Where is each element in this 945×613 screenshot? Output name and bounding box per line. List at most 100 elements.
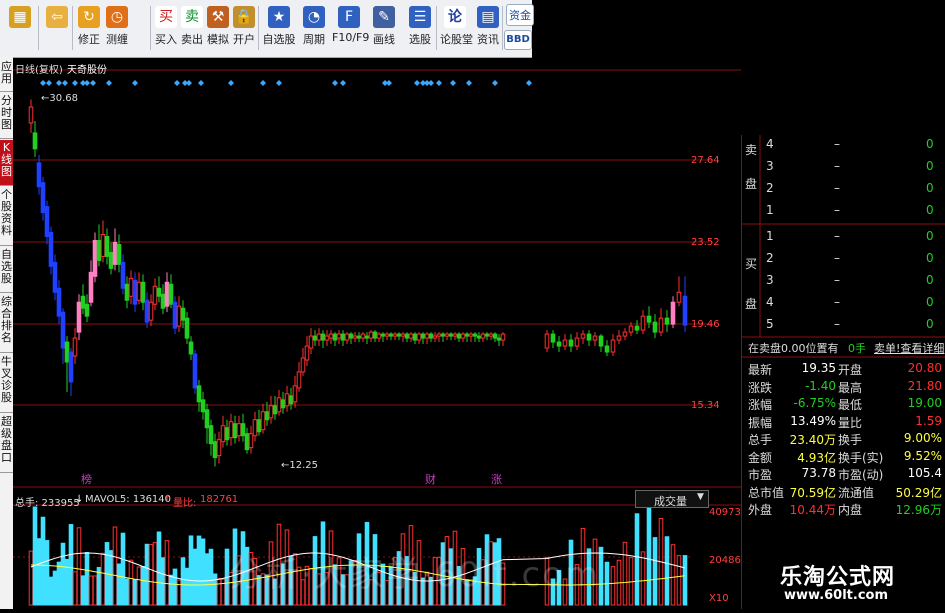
volume-bar [92, 575, 98, 606]
quote-label: 流通值 [838, 485, 875, 500]
event-diamond-icon [450, 80, 456, 86]
low-price-value: 12.25 [289, 460, 319, 471]
candle-body [360, 333, 366, 339]
left-tab-2[interactable]: K线图 [0, 140, 13, 186]
f10-button[interactable]: F F10/F9 [332, 4, 369, 54]
quote-panel: 卖盘买盘 4–0 3–0 2–0 1–0 1–0 2–0 3–0 4–0 5–0 在卖盘0.00位… [741, 135, 945, 609]
quote-label: 金额 [748, 450, 773, 465]
buy-price: – [834, 251, 840, 265]
event-diamond-icon [276, 80, 282, 86]
candle-body [682, 295, 688, 326]
event-diamond-icon [40, 80, 46, 86]
star-icon: ★ [268, 6, 290, 28]
candle-body [556, 341, 562, 347]
gavel-button[interactable]: ⚒ 模拟 [206, 4, 230, 54]
bbd-button[interactable]: BBD [504, 30, 532, 52]
pen-icon: ✎ [373, 6, 395, 28]
quote-label: 市盈 [748, 468, 773, 482]
indicator-select[interactable]: 成交量 ▼ [635, 490, 709, 508]
candle-body [44, 206, 50, 237]
buy-icon: 买 [155, 6, 177, 28]
candle-body [308, 335, 314, 349]
news-button[interactable]: ▤ 资讯 [474, 4, 502, 54]
buy-side-label: 盘 [745, 297, 758, 311]
candle-body [28, 106, 34, 124]
quote-label: 换手 [838, 433, 863, 447]
high-price-label: ←30.68 [41, 93, 79, 104]
back-arrow-button[interactable]: ⇦ [42, 4, 72, 54]
candle-body [156, 287, 162, 297]
volume-bar [80, 575, 86, 606]
filter-button[interactable]: ☰ 选股 [404, 4, 436, 54]
candle-body [416, 333, 422, 341]
quote-label: 开盘 [838, 363, 863, 377]
left-tab-4[interactable]: 自选股 [0, 247, 13, 293]
candle-body [604, 345, 610, 353]
toolbar-separator [258, 6, 259, 50]
cycle-button[interactable]: ◔ 周期 [300, 4, 328, 54]
candle-body [88, 271, 94, 303]
lock-icon: 🔒 [233, 6, 255, 28]
event-diamond-icon [72, 80, 78, 86]
volume-bar [176, 579, 182, 606]
pen-button[interactable]: ✎ 画线 [368, 4, 400, 54]
buy-volume: 0 [926, 295, 934, 309]
left-tab-3[interactable]: 个股资料 [0, 187, 13, 246]
news-icon: ▤ [477, 6, 499, 28]
grid-button[interactable]: ▦ [4, 4, 36, 54]
refresh-button[interactable]: ↻ 修正 [76, 4, 102, 54]
candle-body [356, 335, 362, 339]
clock-button[interactable]: ◷ 测缠 [104, 4, 130, 54]
quote-label: 最新 [748, 363, 773, 377]
candle-body [120, 261, 126, 289]
event-marker-bang[interactable]: 榜 [81, 471, 92, 487]
candle-body [586, 333, 592, 341]
volume-bar [216, 577, 222, 606]
volume-bar [40, 516, 46, 606]
candle-body [304, 345, 310, 361]
candle-body [220, 425, 226, 443]
fund-button[interactable]: 资金资金 [506, 2, 534, 26]
candle-body [164, 281, 170, 307]
kline-chart-area[interactable]: 日线(复权) 天奇股份 ←30.68 ←12.25 27.64 23.52 19… [13, 57, 741, 609]
buy-button[interactable]: 买买入 [154, 4, 178, 54]
candle-body [568, 339, 574, 347]
left-tab-5[interactable]: 综合排名 [0, 294, 13, 353]
volume-bar [32, 506, 38, 606]
event-marker-cai[interactable]: 财 [425, 471, 436, 487]
star-button[interactable]: ★ 自选股 [262, 4, 296, 54]
lock-button[interactable]: 🔒 开户 [232, 4, 256, 54]
lun-button[interactable]: 论论股堂 [440, 4, 473, 54]
event-marker-zhang[interactable]: 涨 [491, 471, 502, 487]
volume-bar [60, 542, 66, 606]
candle-body [670, 301, 676, 325]
volume-bar [112, 526, 118, 606]
candle-body [208, 425, 214, 445]
toolbar-label: 资讯 [477, 33, 499, 46]
left-tab-0[interactable]: 应用 [0, 59, 13, 92]
quote-label: 内盘 [838, 503, 863, 517]
toolbar-label: 修正 [78, 33, 100, 46]
sell-button[interactable]: 卖卖出 [180, 4, 204, 54]
sell-detail-link[interactable]: 卖单!查看详细 [874, 340, 944, 356]
gavel-icon: ⚒ [207, 6, 229, 28]
left-tab-7[interactable]: 超级盘口 [0, 414, 13, 473]
volume-mavol: MAVOL5: 136140 [85, 494, 172, 505]
volume-ratio-value: 182761 [200, 494, 239, 505]
event-diamond-icon [198, 80, 204, 86]
left-tab-1[interactable]: 分时图 [0, 93, 13, 139]
candle-body [384, 333, 390, 337]
volume-bar [148, 544, 154, 606]
volume-bar [84, 551, 90, 606]
candle-body [460, 333, 466, 339]
candle-body [68, 351, 74, 383]
left-tab-bar: 应用 分时图 K线图 个股资料 自选股 综合排名 牛叉诊股 超级盘口 [0, 57, 13, 609]
left-tab-6[interactable]: 牛叉诊股 [0, 354, 13, 413]
candle-body [396, 333, 402, 337]
quote-value: 19.00 [907, 396, 942, 410]
candle-body [324, 335, 330, 341]
buy-volume: 0 [926, 273, 934, 287]
candle-body [388, 333, 394, 337]
candle-body [408, 333, 414, 339]
volume-bar [68, 524, 74, 606]
